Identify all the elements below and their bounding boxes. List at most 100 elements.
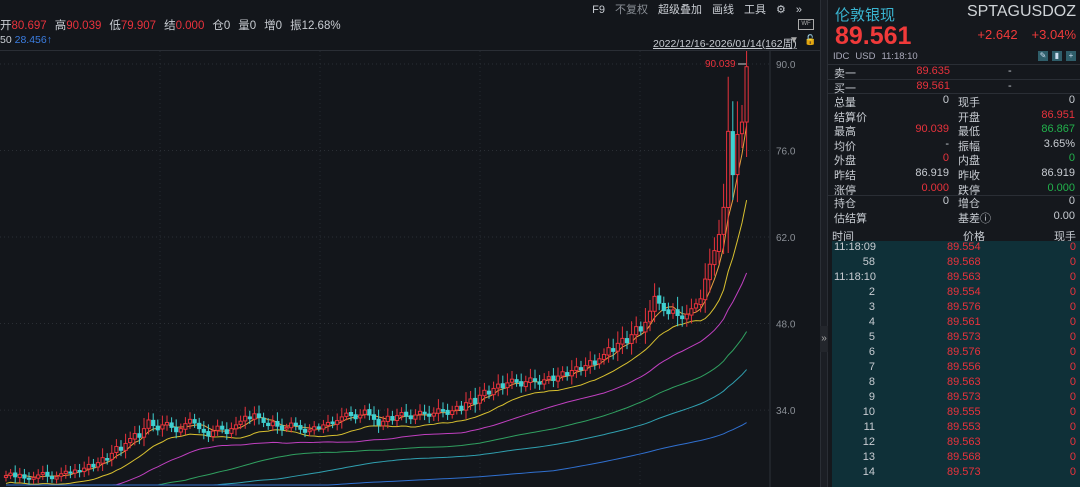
stat-value: 0.00 — [1053, 209, 1075, 222]
candle-body — [109, 452, 114, 460]
tick-time: 8 — [868, 376, 875, 388]
candle-body — [629, 334, 634, 344]
toolbar-button[interactable]: 超级叠加 — [654, 2, 706, 18]
candle-body — [362, 409, 367, 415]
tick-price: 89.554 — [947, 286, 981, 298]
candlestick-chart[interactable]: 90.0 76.0 62.0 48.0 34.0 90.039 — [0, 51, 820, 487]
toolbar-button[interactable]: 不复权 — [611, 2, 652, 18]
dropdown-triangle-icon[interactable]: ▼ — [789, 35, 799, 46]
ohlc-value: 90.039 — [66, 20, 102, 32]
candle-body — [477, 394, 482, 404]
double-chevron-right-icon[interactable]: » — [792, 2, 806, 18]
ohlc-value: 12.68% — [301, 20, 341, 32]
candle-body — [638, 326, 643, 332]
tick-volume: 0 — [1069, 406, 1076, 418]
candle-body — [344, 412, 349, 417]
tick-row: 4 89.561 0 — [832, 316, 1080, 331]
tick-price: 89.556 — [947, 361, 981, 373]
bid-price: 89.561 — [916, 80, 950, 92]
tick-time: 9 — [868, 391, 875, 403]
candle-body — [703, 278, 708, 301]
tick-volume: 0 — [1069, 331, 1076, 343]
candle-body — [54, 476, 59, 480]
candle-body — [164, 421, 170, 426]
stat-label: 现手 — [958, 97, 980, 109]
candle-body — [348, 412, 354, 417]
quote-info: IDC USD 11:18:10 — [833, 51, 918, 62]
change-percent: +3.04% — [1031, 27, 1076, 42]
candle-body — [611, 348, 616, 352]
candle-body — [404, 411, 409, 417]
candle-body — [137, 433, 142, 438]
tick-volume: 0 — [1069, 436, 1076, 448]
tick-price: 89.555 — [947, 406, 981, 418]
candle-body — [330, 421, 335, 425]
candle-body — [45, 471, 50, 477]
candle-body — [36, 474, 41, 479]
candle-body — [712, 250, 717, 266]
candle-body — [675, 309, 680, 317]
y-tick-label: 90.0 — [776, 60, 796, 71]
ohlc-item: 增0 — [264, 17, 282, 33]
candle-body — [174, 426, 179, 433]
ohlc-value: 79.907 — [120, 20, 157, 32]
stat-value: 86.919 — [1041, 167, 1075, 179]
candle-body — [279, 425, 285, 431]
ohlc-item: 高90.039 — [55, 17, 102, 33]
unlock-icon[interactable]: 🔓 — [804, 35, 816, 46]
tick-time: 4 — [868, 316, 875, 328]
candle-body — [505, 382, 510, 389]
candle-body — [160, 424, 165, 430]
candle-body — [238, 420, 243, 425]
tick-volume: 0 — [1069, 256, 1076, 268]
candle-body — [546, 376, 551, 380]
tick-price: 89.561 — [947, 316, 981, 328]
edit-icon[interactable]: ✎ — [1038, 51, 1048, 61]
monitor-icon[interactable]: WF — [798, 19, 814, 30]
candle-body — [473, 397, 478, 405]
stat-value: 90.039 — [915, 123, 949, 136]
stat-row: 均价 - 振幅 3.65% — [828, 138, 1080, 153]
date-range[interactable]: 2022/12/16-2026/01/14(162周) — [653, 36, 797, 51]
price-change: +2.642 +3.04% — [977, 27, 1076, 42]
candle-body — [215, 425, 220, 431]
candle-body — [243, 415, 248, 422]
candle-body — [431, 412, 436, 417]
toolbar-button[interactable]: 画线 — [708, 2, 738, 18]
candle-body — [574, 366, 579, 372]
candle-body — [22, 474, 27, 479]
add-icon[interactable]: + — [1066, 51, 1076, 61]
candle-body — [588, 360, 593, 367]
candle-body — [367, 409, 372, 416]
candle-body — [652, 295, 657, 312]
collapse-panel-button[interactable]: » — [820, 326, 828, 352]
candle-body — [514, 379, 519, 383]
ohlc-item: 低79.907 — [109, 17, 156, 33]
ohlc-item: 开80.697 — [0, 17, 47, 33]
toolbar-button[interactable]: F9 — [588, 2, 609, 18]
tick-time: 11:18:10 — [834, 271, 877, 283]
tick-list[interactable]: 11:18:09 89.554 0 58 89.568 0 11:18:10 89.563 0 2… — [832, 241, 1080, 487]
stat-row: 持仓 0 增仓 0 — [828, 195, 1080, 210]
tick-time: 10 — [862, 406, 875, 418]
candle-body — [509, 378, 515, 383]
tick-volume: 0 — [1069, 451, 1076, 463]
tick-price: 89.553 — [947, 421, 981, 433]
stat-label: 内盘 — [958, 155, 980, 168]
candle-body — [270, 421, 275, 427]
gear-icon[interactable]: ⚙ — [772, 2, 790, 18]
ohlc-label: 结 — [164, 20, 176, 32]
stat-label: 总量 — [834, 97, 856, 109]
candle-body — [459, 405, 464, 411]
candle-body — [192, 419, 197, 424]
candle-body — [440, 409, 446, 412]
candle-body — [146, 419, 151, 429]
toolbar-button[interactable]: 工具 — [740, 2, 770, 18]
candle-body — [422, 411, 427, 415]
stat-label: 昨收 — [958, 170, 980, 182]
ma-line-20 — [6, 272, 748, 486]
note-icon[interactable]: ▮ — [1052, 51, 1062, 61]
panel-splitter[interactable] — [820, 0, 828, 487]
chart-pane: F9 不复权 超级叠加 画线 工具 ⚙» 开80.697 高90.039 低79.907 结0.… — [0, 0, 820, 487]
candle-body — [261, 417, 266, 423]
